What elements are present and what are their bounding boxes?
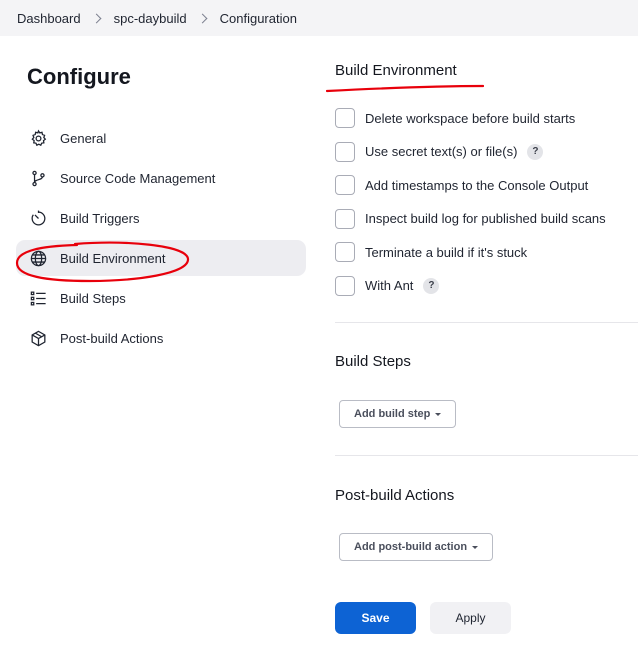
option-with-ant: With Ant ? [335, 275, 606, 297]
checkbox[interactable] [335, 108, 355, 128]
option-label: Delete workspace before build starts [365, 110, 576, 126]
option-label: Terminate a build if it's stuck [365, 244, 528, 260]
option-inspect-build-log: Inspect build log for published build sc… [335, 208, 606, 230]
button-label: Add build step [354, 408, 431, 420]
help-icon[interactable]: ? [423, 277, 440, 294]
sidebar-item-build-environment[interactable]: Build Environment [16, 240, 306, 276]
option-label: Inspect build log for published build sc… [365, 211, 606, 226]
option-timestamps: Add timestamps to the Console Output [335, 174, 606, 196]
checkbox[interactable] [335, 175, 355, 195]
globe-icon [28, 248, 48, 268]
timer-icon [28, 208, 48, 228]
sidebar-item-source-code-management[interactable]: Source Code Management [16, 160, 306, 196]
branch-icon [28, 168, 48, 188]
button-label: Add post-build action [354, 541, 468, 553]
list-icon [28, 288, 48, 308]
option-label: Use secret text(s) or file(s) [365, 144, 518, 159]
sidebar: General Source Code Management Build Tri… [16, 120, 306, 360]
option-label: With Ant [365, 278, 414, 293]
checkbox[interactable] [335, 208, 355, 229]
add-build-step-button[interactable]: Add build step [339, 400, 457, 428]
page-title: Configure [27, 64, 131, 89]
sidebar-item-build-triggers[interactable]: Build Triggers [16, 200, 306, 236]
apply-button[interactable]: Apply [430, 602, 511, 634]
sidebar-item-label: General [60, 130, 107, 146]
caret-down-icon [435, 412, 442, 416]
divider [335, 322, 638, 323]
caret-down-icon [472, 545, 479, 549]
option-terminate-stuck: Terminate a build if it's stuck [335, 241, 606, 263]
sidebar-item-label: Source Code Management [60, 170, 216, 186]
checkbox[interactable] [335, 275, 355, 296]
option-delete-workspace: Delete workspace before build starts [335, 107, 606, 129]
option-label: Add timestamps to the Console Output [365, 177, 589, 193]
annotation-underline [326, 84, 484, 93]
breadcrumb-configuration[interactable]: Configuration [220, 11, 297, 26]
section-title-build-steps: Build Steps [335, 353, 411, 370]
sidebar-item-label: Build Triggers [60, 210, 140, 226]
chevron-right-icon [91, 13, 102, 23]
breadcrumb-dashboard[interactable]: Dashboard [17, 11, 81, 26]
breadcrumb: Dashboard spc-daybuild Configuration [0, 0, 638, 36]
package-icon [28, 328, 48, 348]
divider [335, 455, 638, 456]
help-icon[interactable]: ? [527, 143, 544, 160]
build-environment-options: Delete workspace before build starts Use… [335, 107, 606, 308]
sidebar-item-label: Post-build Actions [60, 330, 164, 346]
checkbox[interactable] [335, 141, 355, 162]
chevron-right-icon [197, 13, 208, 23]
save-button[interactable]: Save [335, 602, 416, 634]
sidebar-item-build-steps[interactable]: Build Steps [16, 280, 306, 316]
sidebar-item-general[interactable]: General [16, 120, 306, 156]
section-title-build-environment: Build Environment [335, 62, 457, 79]
sidebar-item-label: Build Steps [60, 290, 126, 306]
checkbox[interactable] [335, 242, 355, 262]
sidebar-item-post-build-actions[interactable]: Post-build Actions [16, 320, 306, 356]
sidebar-item-label: Build Environment [60, 250, 166, 266]
add-post-build-action-button[interactable]: Add post-build action [339, 533, 494, 561]
option-secret-text: Use secret text(s) or file(s) ? [335, 141, 606, 163]
section-title-post-build-actions: Post-build Actions [335, 487, 455, 504]
gear-icon [28, 128, 48, 148]
breadcrumb-job[interactable]: spc-daybuild [114, 11, 187, 26]
